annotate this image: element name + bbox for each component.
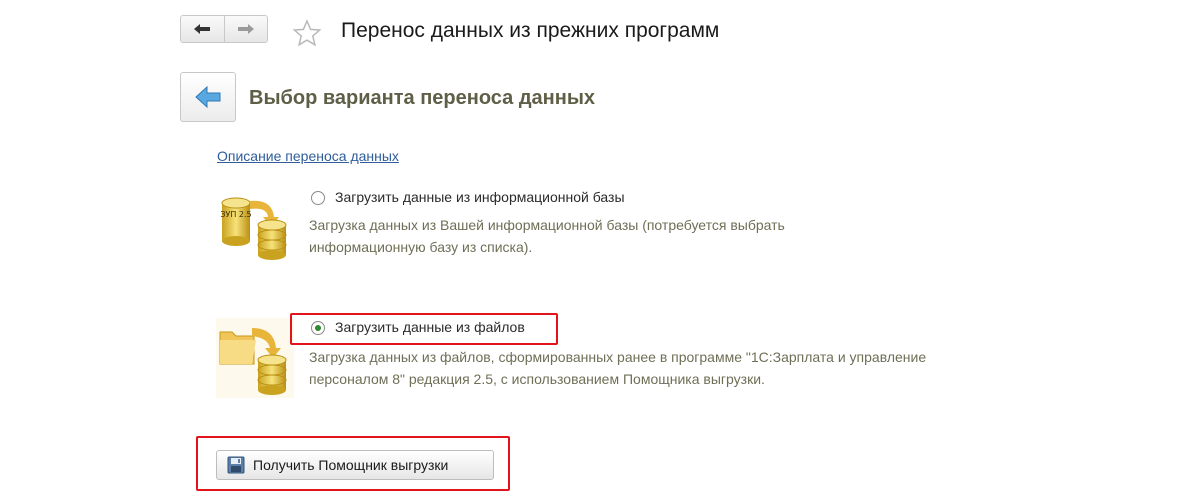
get-export-assistant-label: Получить Помощник выгрузки <box>253 457 449 473</box>
option-infobase-radio[interactable] <box>311 191 325 205</box>
option-files-description: Загрузка данных из файлов, сформированны… <box>309 346 926 390</box>
db-caption: ЗУП 2.5 <box>220 210 251 219</box>
get-export-assistant-button[interactable]: Получить Помощник выгрузки <box>216 450 494 480</box>
forward-nav-button[interactable] <box>223 16 268 42</box>
window-title: Перенос данных из прежних программ <box>341 19 720 42</box>
radio-selected-dot <box>315 325 321 331</box>
page-heading: Выбор варианта переноса данных <box>249 87 596 109</box>
option-files-label[interactable]: Загрузить данные из файлов <box>335 319 525 335</box>
database-transfer-icon: ЗУП 2.5 <box>216 185 292 265</box>
arrow-right-icon <box>237 24 254 34</box>
arrow-left-icon <box>195 85 221 109</box>
option-files-description-line: персоналом 8" редакция 2.5, с использова… <box>309 371 765 387</box>
option-infobase-label[interactable]: Загрузить данные из информационной базы <box>335 189 625 205</box>
transfer-description-link[interactable]: Описание переноса данных <box>217 148 399 164</box>
save-disk-icon <box>227 456 245 474</box>
star-icon <box>292 19 322 47</box>
option-infobase-description: Загрузка данных из Вашей информационной … <box>309 214 785 258</box>
back-button[interactable] <box>180 72 236 122</box>
favorite-star-button[interactable] <box>292 19 322 52</box>
option-infobase-description-line: Загрузка данных из Вашей информационной … <box>309 217 785 233</box>
folder-to-database-icon <box>216 318 294 398</box>
option-infobase-description-line: информационную базу из списка). <box>309 239 533 255</box>
history-navigation <box>180 15 268 43</box>
back-nav-button[interactable] <box>181 16 224 42</box>
option-files-description-line: Загрузка данных из файлов, сформированны… <box>309 349 927 365</box>
option-files-radio[interactable] <box>311 321 325 335</box>
arrow-left-icon <box>194 24 211 34</box>
